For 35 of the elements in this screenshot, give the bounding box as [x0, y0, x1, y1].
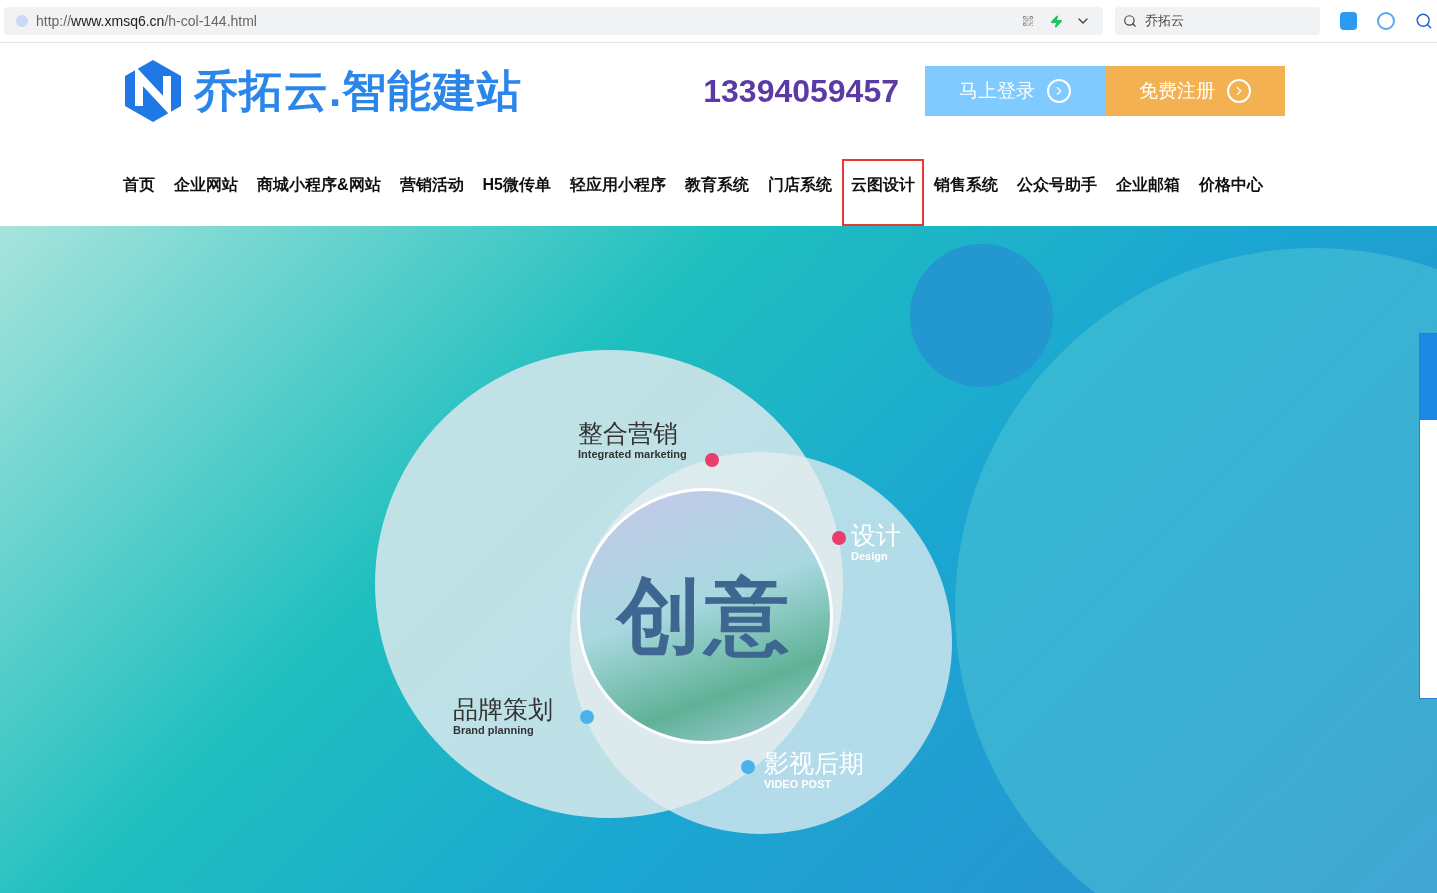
- feature-title: 设计: [851, 520, 901, 550]
- url-text: http://www.xmsq6.cn/h-col-144.html: [36, 11, 258, 31]
- search-icon: [1123, 14, 1138, 28]
- address-bar[interactable]: http://www.xmsq6.cn/h-col-144.html: [4, 7, 1104, 35]
- feature-title: 影视后期: [764, 748, 864, 778]
- nav-link[interactable]: 云图设计: [842, 159, 924, 226]
- nav-link[interactable]: 销售系统: [925, 159, 1007, 226]
- nav-link[interactable]: 轻应用小程序: [561, 159, 675, 226]
- nav-link[interactable]: 教育系统: [676, 159, 758, 226]
- nav-link[interactable]: H5微传单: [473, 159, 560, 226]
- logo-text: 乔拓云.智能建站: [194, 65, 523, 117]
- feature-subtitle: Integrated marketing: [578, 448, 687, 461]
- nav-link[interactable]: 企业网站: [165, 159, 247, 226]
- qr-code-icon[interactable]: [1022, 15, 1035, 27]
- extension-icon[interactable]: [1339, 12, 1358, 30]
- feature-subtitle: VIDEO POST: [764, 778, 833, 791]
- feature-title: 整合营销: [578, 418, 679, 448]
- feature-subtitle: Brand planning: [453, 724, 535, 737]
- nav-link[interactable]: 首页: [114, 159, 164, 226]
- feature-subtitle: Design: [851, 550, 889, 563]
- site-info-icon: [16, 15, 28, 27]
- center-title: 创意: [617, 568, 793, 665]
- feature-title: 品牌策划: [453, 694, 553, 724]
- search-icon[interactable]: [1415, 12, 1433, 30]
- nav-link[interactable]: 门店系统: [759, 159, 841, 226]
- phone-number: 13394059457: [703, 72, 899, 111]
- lightning-icon[interactable]: [1050, 14, 1064, 28]
- nav-link[interactable]: 营销活动: [390, 159, 473, 226]
- nav-link[interactable]: 公众号助手: [1008, 159, 1106, 226]
- search-field[interactable]: 乔拓云: [1115, 7, 1320, 35]
- extension-icon[interactable]: [1377, 12, 1396, 30]
- nav-link[interactable]: 企业邮箱: [1107, 159, 1189, 226]
- logo-icon: [122, 58, 184, 124]
- nav-link[interactable]: 商城小程序&网站: [248, 159, 390, 226]
- nav-link[interactable]: 价格中心: [1190, 159, 1272, 226]
